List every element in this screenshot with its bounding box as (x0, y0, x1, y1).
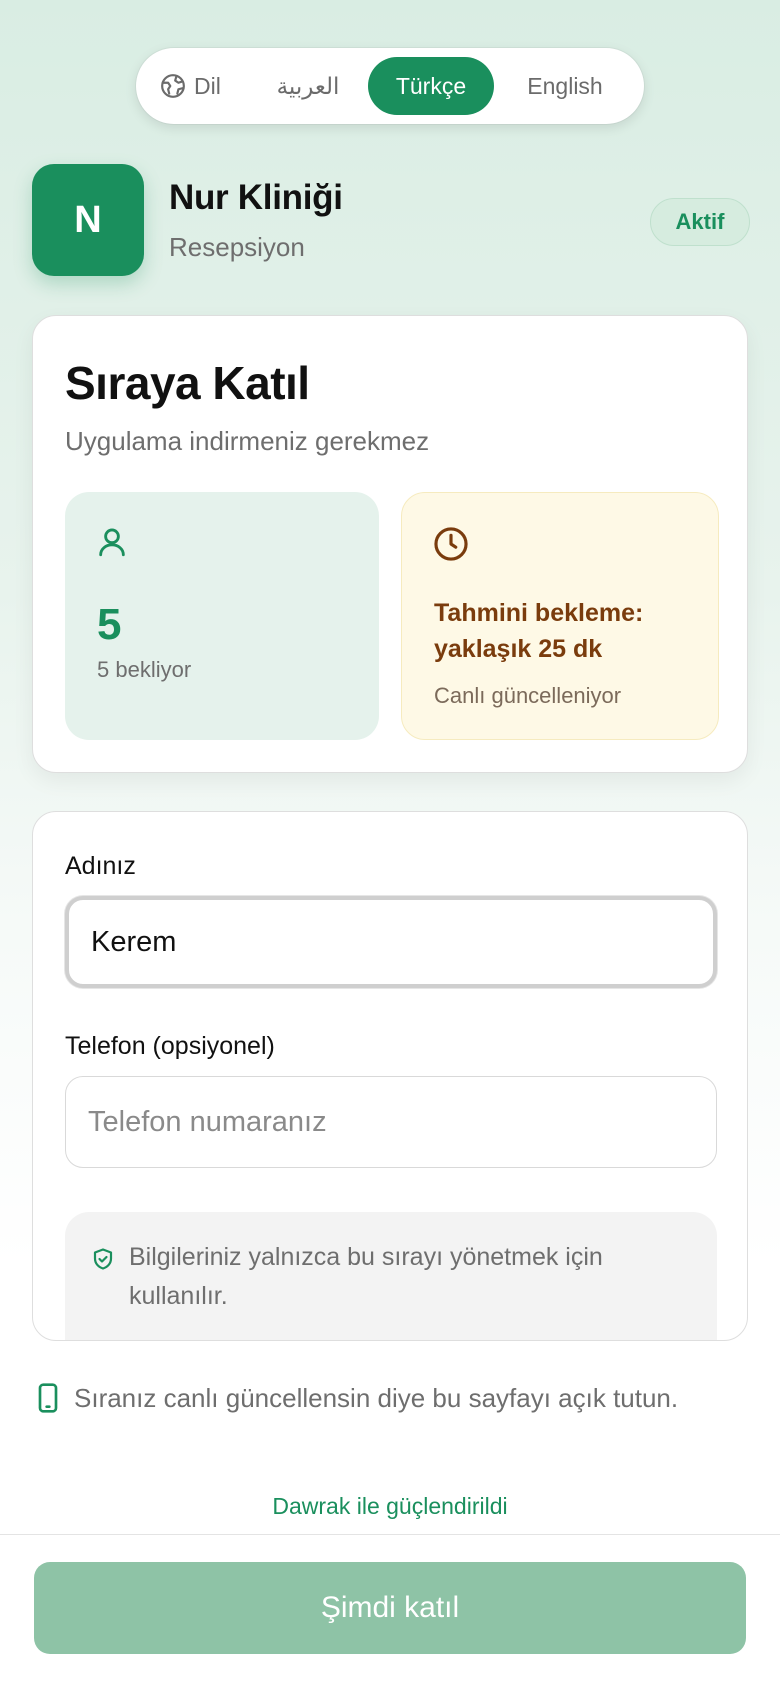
page-subtitle: Uygulama indirmeniz gerekmez (65, 426, 430, 456)
waiting-count: 5 (97, 600, 122, 649)
waiting-label: 5 bekliyor (97, 657, 192, 682)
language-option-english[interactable]: English (494, 57, 636, 115)
keep-open-note: Sıranız canlı güncellensin diye bu sayfa… (36, 1382, 678, 1414)
shield-check-icon (91, 1246, 115, 1277)
clock-icon (432, 525, 470, 568)
language-label: Dil (144, 57, 248, 115)
name-label: Adınız (65, 852, 136, 880)
privacy-note: Bilgileriniz yalnızca bu sırayı yönetmek… (65, 1212, 717, 1340)
eta-note: Canlı güncelleniyor (434, 683, 622, 708)
join-now-button[interactable]: Şimdi katıl (34, 1562, 746, 1654)
privacy-text: Bilgileriniz yalnızca bu sırayı yönetmek… (129, 1243, 603, 1310)
globe-icon (161, 74, 185, 98)
clinic-role: Resepsiyon (169, 232, 305, 262)
language-option-arabic[interactable]: العربية (248, 57, 368, 115)
status-badge: Aktif (650, 198, 750, 246)
keep-open-text: Sıranız canlı güncellensin diye bu sayfa… (74, 1382, 679, 1413)
powered-by-link[interactable]: Dawrak ile güçlendirildi (0, 1493, 780, 1520)
clinic-avatar: N (32, 164, 144, 276)
user-icon (95, 524, 129, 565)
clinic-name: Nur Kliniği (169, 178, 343, 217)
footer-divider (0, 1534, 780, 1535)
name-input[interactable] (65, 896, 717, 988)
queue-card: Sıraya Katıl Uygulama indirmeniz gerekme… (32, 315, 748, 773)
waiting-stat-card: 5 5 bekliyor (65, 492, 379, 740)
phone-input[interactable] (65, 1076, 717, 1168)
language-label-text: Dil (194, 72, 221, 99)
join-form-card: Adınız Telefon (opsiyonel) Bilgileriniz … (32, 811, 748, 1341)
page-title: Sıraya Katıl (65, 357, 310, 409)
eta-title: Tahmini bekleme: yaklaşık 25 dk (434, 599, 644, 664)
language-switcher: Dil العربية Türkçe English (136, 48, 644, 124)
phone-label: Telefon (opsiyonel) (65, 1032, 275, 1060)
phone-icon (38, 1383, 58, 1413)
eta-stat-card: Tahmini bekleme: yaklaşık 25 dk Canlı gü… (401, 492, 719, 740)
language-option-turkish[interactable]: Türkçe (368, 57, 494, 115)
